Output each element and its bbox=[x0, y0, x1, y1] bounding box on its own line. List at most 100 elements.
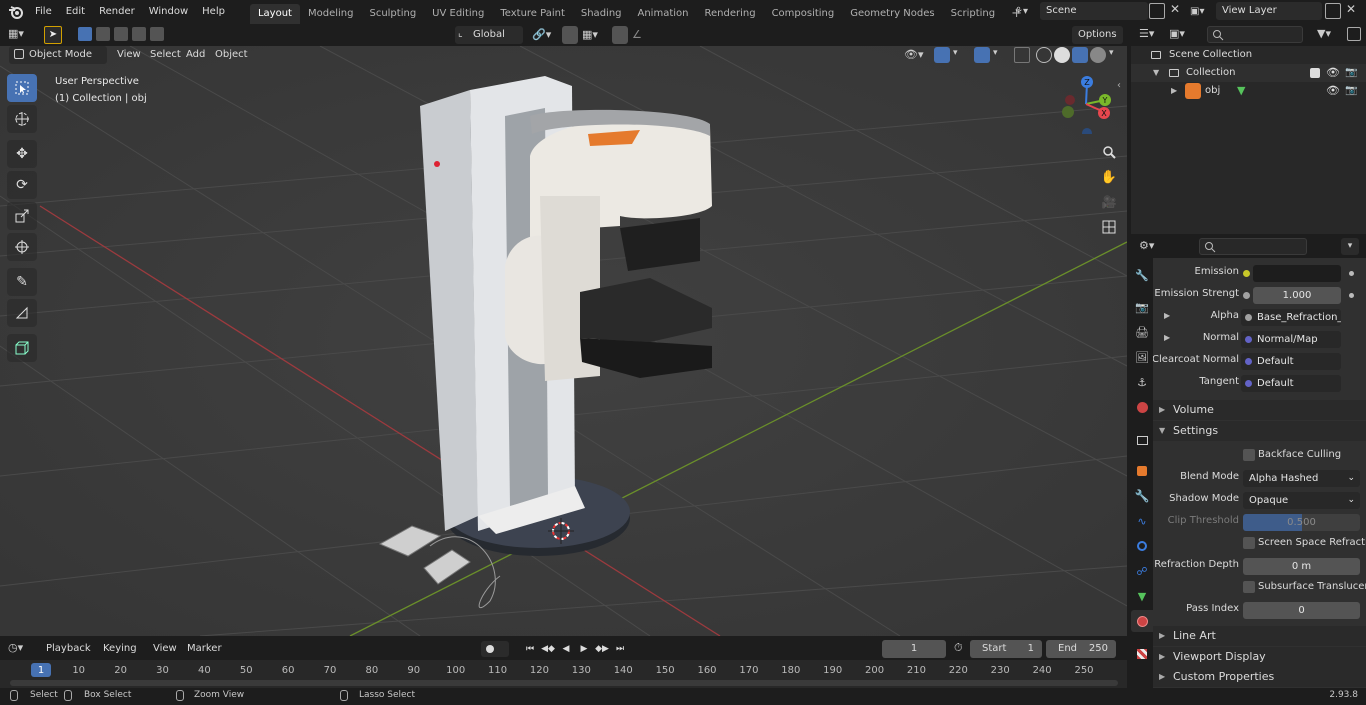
backface-culling-checkbox[interactable] bbox=[1243, 449, 1255, 461]
viewport-menu-object[interactable]: Object bbox=[210, 46, 253, 64]
scene-type-icon[interactable]: ⚘▾ bbox=[1014, 3, 1038, 20]
render-properties-tab-icon[interactable]: 📷 bbox=[1131, 296, 1153, 318]
tab-scripting[interactable]: Scripting bbox=[943, 4, 1003, 24]
select-mode-invert-icon[interactable] bbox=[132, 27, 146, 41]
annotate-tool-icon[interactable]: ✎ bbox=[7, 268, 37, 296]
transform-orientation-dropdown[interactable]: Global bbox=[455, 26, 523, 44]
editor-type-icon[interactable]: ▦▾ bbox=[8, 27, 34, 44]
collection-exclude-checkbox[interactable] bbox=[1310, 68, 1320, 78]
tab-geometry-nodes[interactable]: Geometry Nodes bbox=[842, 4, 942, 24]
shading-wireframe-icon[interactable] bbox=[1036, 47, 1052, 63]
view-layer-copy-icon[interactable] bbox=[1325, 3, 1341, 19]
viewport-menu-add[interactable]: Add bbox=[181, 46, 210, 64]
overlays-dropdown-icon[interactable]: ▾ bbox=[993, 48, 998, 58]
material-properties-tab-icon[interactable] bbox=[1131, 610, 1153, 632]
outliner-filter-icon[interactable]: ▼▾ bbox=[1317, 27, 1331, 40]
sidebar-toggle-arrow-icon[interactable]: ‹ bbox=[1117, 80, 1121, 91]
particles-properties-tab-icon[interactable]: ∿ bbox=[1131, 510, 1153, 532]
view-layer-delete-icon[interactable]: ✕ bbox=[1346, 2, 1360, 20]
frame-start-field[interactable]: Start 1 bbox=[970, 640, 1042, 658]
options-dropdown[interactable]: Options bbox=[1072, 26, 1123, 44]
emission-socket-icon[interactable] bbox=[1243, 270, 1250, 277]
overlays-toggle-icon[interactable] bbox=[974, 47, 990, 63]
view-layer-icon[interactable]: ▣▾ bbox=[1190, 3, 1214, 20]
modifier-properties-tab-icon[interactable]: 🔧 bbox=[1131, 485, 1153, 507]
auto-keying-record-icon[interactable] bbox=[481, 641, 509, 657]
timeline-menu-view[interactable]: View bbox=[148, 640, 182, 658]
outliner-row-scene-collection[interactable]: Scene Collection bbox=[1131, 46, 1366, 64]
scene-selector[interactable]: Scene bbox=[1040, 2, 1148, 20]
navigation-gizmo[interactable]: Y Z X bbox=[1058, 74, 1118, 134]
settings-panel-header[interactable]: ▼ Settings bbox=[1153, 421, 1366, 441]
tab-sculpting[interactable]: Sculpting bbox=[361, 4, 424, 24]
select-mode-subtract-icon[interactable] bbox=[114, 27, 128, 41]
frame-end-field[interactable]: End 250 bbox=[1046, 640, 1116, 658]
scene-delete-icon[interactable]: ✕ bbox=[1170, 2, 1184, 20]
normal-expand-icon[interactable]: ▶ bbox=[1164, 333, 1170, 342]
menu-help[interactable]: Help bbox=[195, 0, 232, 24]
custom-properties-panel-header[interactable]: ▶ Custom Properties bbox=[1153, 667, 1366, 687]
texture-properties-tab-icon[interactable] bbox=[1131, 643, 1153, 665]
outliner-display-mode-icon[interactable]: ▣▾ bbox=[1169, 27, 1185, 40]
constraints-properties-tab-icon[interactable]: ☍ bbox=[1131, 560, 1153, 582]
emission-strength-field[interactable]: 1.000 bbox=[1253, 287, 1341, 304]
perspective-toggle-icon[interactable] bbox=[1098, 216, 1120, 238]
tab-compositing[interactable]: Compositing bbox=[764, 4, 843, 24]
rotate-tool-icon[interactable]: ⟳ bbox=[7, 171, 37, 199]
clearcoat-normal-field[interactable]: Default bbox=[1241, 353, 1341, 370]
shadow-mode-dropdown[interactable]: Opaque ⌄ bbox=[1243, 492, 1360, 509]
shading-solid-icon[interactable] bbox=[1054, 47, 1070, 63]
select-box-tool-icon[interactable] bbox=[7, 74, 37, 102]
xray-toggle-icon[interactable] bbox=[1014, 47, 1030, 63]
tab-modeling[interactable]: Modeling bbox=[300, 4, 362, 24]
outliner-editor-type-icon[interactable]: ☰▾ bbox=[1139, 27, 1154, 40]
camera-view-icon[interactable]: 🎥 bbox=[1098, 191, 1120, 213]
screen-space-refraction-checkbox[interactable] bbox=[1243, 537, 1255, 549]
collection-properties-tab-icon[interactable] bbox=[1131, 429, 1153, 451]
timeline-area[interactable]: 1 10 20 30 40 50 60 70 80 90 100 110 120 130 140 150 160… bbox=[0, 660, 1127, 688]
tangent-field[interactable]: Default bbox=[1241, 375, 1341, 392]
scene-copy-icon[interactable] bbox=[1149, 3, 1165, 19]
pass-index-field[interactable]: 0 bbox=[1243, 602, 1360, 619]
tab-texture-paint[interactable]: Texture Paint bbox=[492, 4, 573, 24]
blender-logo-icon[interactable] bbox=[4, 0, 28, 24]
tab-uv-editing[interactable]: UV Editing bbox=[424, 4, 492, 24]
visibility-selectability-icon[interactable]: 👁▾ bbox=[904, 48, 924, 61]
outliner-row-collection[interactable]: ▼ Collection 👁 📷 bbox=[1131, 64, 1366, 82]
physics-properties-tab-icon[interactable] bbox=[1131, 535, 1153, 557]
cursor-tool-icon[interactable] bbox=[7, 105, 37, 133]
subsurface-translucency-checkbox[interactable] bbox=[1243, 581, 1255, 593]
new-collection-icon[interactable] bbox=[1347, 27, 1361, 41]
blend-mode-dropdown[interactable]: Alpha Hashed ⌄ bbox=[1243, 470, 1360, 487]
measure-tool-icon[interactable] bbox=[7, 299, 37, 327]
jump-prev-keyframe-icon[interactable]: ◀◆ bbox=[540, 641, 556, 657]
proportional-edit-icon[interactable] bbox=[612, 26, 628, 44]
menu-edit[interactable]: Edit bbox=[59, 0, 92, 24]
menu-file[interactable]: File bbox=[28, 0, 59, 24]
menu-render[interactable]: Render bbox=[92, 0, 142, 24]
emission-strength-socket-icon[interactable] bbox=[1243, 292, 1250, 299]
jump-start-icon[interactable]: ⏮ bbox=[522, 641, 538, 657]
play-icon[interactable]: ▶ bbox=[576, 641, 592, 657]
alpha-link-field[interactable]: Base_Refraction_inv... bbox=[1241, 309, 1341, 326]
viewport-menu-select[interactable]: Select bbox=[145, 46, 186, 64]
emission-color-field[interactable] bbox=[1253, 265, 1341, 282]
obj-expand-icon[interactable]: ▶ bbox=[1171, 82, 1177, 100]
line-art-panel-header[interactable]: ▶ Line Art bbox=[1153, 626, 1366, 646]
viewport-menu-view[interactable]: View bbox=[112, 46, 146, 64]
output-properties-tab-icon[interactable]: 🖨 bbox=[1131, 321, 1153, 343]
emission-keyframe-icon[interactable] bbox=[1349, 271, 1354, 276]
menu-window[interactable]: Window bbox=[142, 0, 195, 24]
viewport-display-panel-header[interactable]: ▶ Viewport Display bbox=[1153, 647, 1366, 667]
jump-next-keyframe-icon[interactable]: ◆▶ bbox=[594, 641, 610, 657]
obj-render-camera-icon[interactable]: 📷 bbox=[1345, 82, 1357, 100]
select-tool-icon[interactable]: ➤ bbox=[44, 26, 62, 44]
object-properties-tab-icon[interactable] bbox=[1131, 460, 1153, 482]
shading-dropdown-icon[interactable]: ▾ bbox=[1109, 48, 1114, 58]
select-mode-extend-icon[interactable] bbox=[96, 27, 110, 41]
world-properties-tab-icon[interactable] bbox=[1131, 396, 1153, 418]
obj-visibility-eye-icon[interactable]: 👁 bbox=[1326, 82, 1340, 100]
view-layer-properties-tab-icon[interactable]: 🖼 bbox=[1131, 346, 1153, 368]
jump-end-icon[interactable]: ⏭ bbox=[612, 641, 628, 657]
alpha-expand-icon[interactable]: ▶ bbox=[1164, 311, 1170, 320]
